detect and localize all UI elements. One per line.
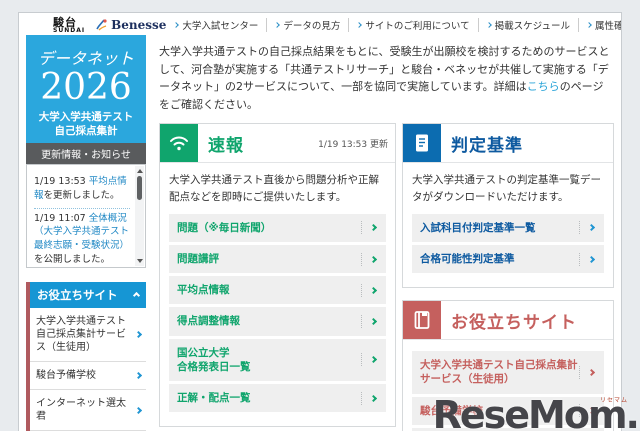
useful-sites-section-header: お役立ちサイト [403,301,613,341]
sidebar-item-sundai-school[interactable]: 駿台予備学校 [30,362,146,390]
chevron-right-icon [274,22,281,28]
resemom-ruby: リセマム [599,397,628,404]
chevron-right-icon [361,252,378,266]
chevron-right-icon [586,22,592,28]
chevron-right-icon [361,391,378,405]
main-content: 大学入学共通テストの自己採点結果をもとに、受験生が出願校を検討するためのサービス… [159,35,614,431]
hantei-section-header: 判定基準 [403,124,613,164]
benesse-figure-icon [96,19,107,31]
chevron-right-icon [132,404,143,417]
chevron-right-icon [132,369,143,382]
sidebar: データネット 2026 大学入学共通テスト 自己採点集計 更新情報・お知らせ 1… [26,35,146,431]
sokuho-description: 大学入学共通テスト直後から問題分析や正解配点などを即時にご提供いたします。 [169,174,379,203]
link-self-scoring-service[interactable]: 大学入学共通テスト自己採点集計サービス（生徒用） [412,351,604,394]
banner-year: 2026 [40,67,132,108]
hantei-description: 大学入学共通テストの判定基準一覧データがダウンロードいただけます。 [412,174,601,203]
book-icon [403,301,441,340]
hantei-links: 入試科目付判定基準一覧 合格可能性判定基準 [412,213,604,274]
useful-sites-title: お役立ちサイト [451,312,577,333]
sundai-logo-kanji: 駿台 [53,15,77,29]
sokuho-section-header: 速報 1/19 13:53 更新 [160,124,395,164]
sidebar-useful-sites-header[interactable]: お役立ちサイト [30,282,146,308]
datanet-banner[interactable]: データネット 2026 大学入学共通テスト 自己採点集計 [26,35,146,143]
update-entry: 1/19 13:53 平均点情報を更新しました。 [34,172,130,209]
updates-list: 1/19 13:53 平均点情報を更新しました。 1/19 11:07 全体概況… [26,164,146,268]
banner-title: データネット [37,49,134,68]
sokuho-links: 問題（※毎日新聞） 問題講評 平均点情報 得点調整情報 国公立大学 合格発表日一… [169,213,386,413]
banner-subtitle: 大学入学共通テスト 自己採点集計 [38,110,134,137]
chevron-right-icon [173,22,180,28]
hantei-section: 判定基準 大学入学共通テストの判定基準一覧データがダウンロードいただけます。 入… [402,123,614,289]
chevron-right-icon [579,252,596,266]
intro-paragraph: 大学入学共通テストの自己採点結果をもとに、受験生が出願校を検討するためのサービス… [159,45,610,111]
link-goukaku-happyoubi[interactable]: 国公立大学 合格発表日一覧 [169,338,386,381]
sokuho-section: 速報 1/19 13:53 更新 大学入学共通テスト直後から問題分析や正解配点な… [159,123,396,428]
sidebar-useful-sites: お役立ちサイト 大学入学共通テスト自己採点集計サービス（生徒用） 駿台予備学校 … [26,282,146,431]
sundai-logo[interactable]: 駿台 SUNDAI [53,17,85,34]
link-mondai[interactable]: 問題（※毎日新聞） [169,213,386,243]
hantei-title: 判定基準 [451,135,523,156]
kochira-link[interactable]: こちら [527,80,560,93]
benesse-logo-word: Benesse [111,18,167,32]
chevron-right-icon [361,283,378,297]
chevron-right-icon [361,353,378,367]
scroll-down-icon[interactable] [136,259,143,263]
top-bar: 駿台 SUNDAI Benesse 大学入試センター データの見方 サイトのご利… [19,13,621,35]
chevron-right-icon [356,22,363,28]
nav-exam-center[interactable]: 大学入試センター [166,18,268,32]
chevron-right-icon [579,365,596,379]
nav-attribute-check[interactable]: 属性確認 [579,18,621,32]
sokuho-updated: 1/19 13:53 更新 [318,139,388,150]
nav-site-usage[interactable]: サイトのご利用について [349,18,479,32]
link-seikai-haiten[interactable]: 正解・配点一覧 [169,383,386,413]
chevron-up-icon [132,291,141,299]
sidebar-item-sentakun[interactable]: インターネット選太君 [30,390,146,431]
updates-header: 更新情報・お知らせ [26,143,146,164]
resemom-watermark: ReseMom. リセマム [432,393,640,431]
page-card: 駿台 SUNDAI Benesse 大学入試センター データの見方 サイトのご利… [18,12,622,431]
sokuho-title: 速報 [208,135,244,156]
sundai-logo-roman: SUNDAI [53,26,86,34]
chevron-right-icon [361,315,378,328]
benesse-logo[interactable]: Benesse [95,18,166,32]
nav-data-guide[interactable]: データの見方 [267,18,350,32]
scrollbar-thumb[interactable] [137,176,142,200]
updates-scrollbar[interactable] [135,166,144,266]
link-nyuushi-kamoku-hantei[interactable]: 入試科目付判定基準一覧 [412,213,604,243]
scroll-up-icon[interactable] [136,169,143,173]
chevron-right-icon [579,221,596,235]
sidebar-item-self-scoring[interactable]: 大学入学共通テスト自己採点集計サービス（生徒用） [30,308,146,362]
wifi-icon [160,124,198,163]
document-icon [403,124,441,163]
chevron-right-icon [485,22,492,28]
link-heikinten[interactable]: 平均点情報 [169,276,386,305]
link-tokuten-chousei[interactable]: 得点調整情報 [169,307,386,336]
link-goukaku-kanousei[interactable]: 合格可能性判定基準 [412,245,604,274]
link-mondai-kouhyou[interactable]: 問題講評 [169,245,386,274]
top-nav: 大学入試センター データの見方 サイトのご利用について 掲載スケジュール 属性確… [166,18,621,32]
chevron-right-icon [361,221,378,235]
chevron-right-icon [132,328,143,341]
nav-schedule[interactable]: 掲載スケジュール [479,18,579,32]
update-entry: 1/19 11:07 全体概況（大学入学共通テスト最終志願・受験状況）を公開しま… [34,209,130,267]
